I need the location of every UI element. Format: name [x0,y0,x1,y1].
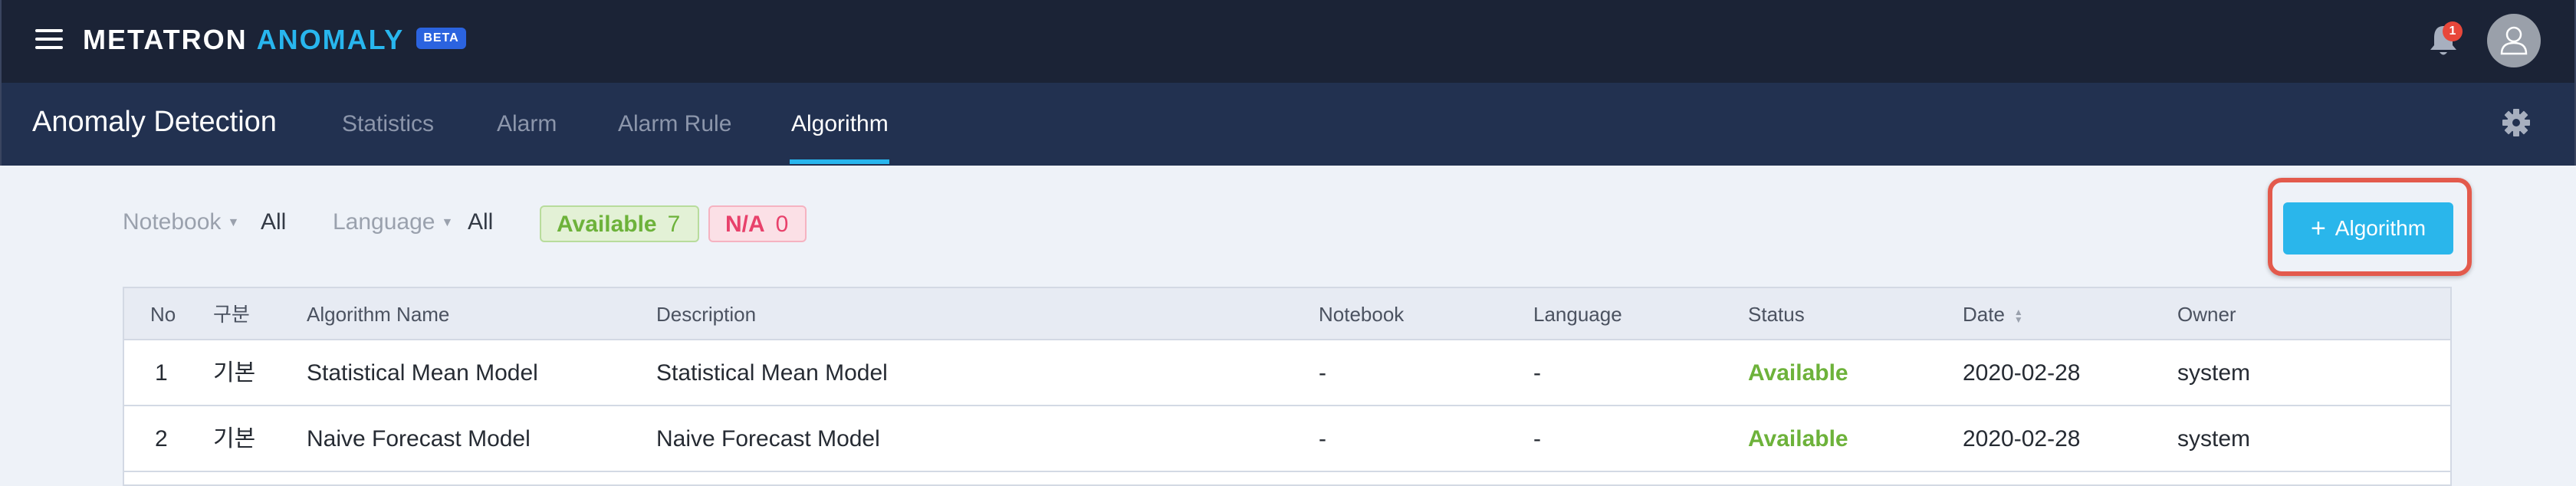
notebook-filter-dropdown[interactable]: Notebook ▼ [123,207,239,238]
chevron-down-icon: ▼ [441,216,454,230]
notification-badge: 1 [2443,21,2463,41]
language-filter-value[interactable]: All [468,207,493,238]
column-header-algorithm-name: Algorithm Name [307,303,450,326]
add-algorithm-label: Algorithm [2334,216,2426,240]
column-header-type: 구분 [213,303,250,326]
brand-logo: METATRON ANOMALY BETA [83,21,466,58]
column-header-owner: Owner [2177,303,2236,326]
cell-date: 2020-02-28 [1963,360,2081,386]
available-label: Available [557,212,657,237]
cell-notebook: - [1319,426,1326,452]
column-header-language: Language [1533,303,1622,326]
brand-secondary: ANOMALY [256,24,405,55]
sub-navigation: Anomaly Detection Statistics Alarm Alarm… [0,83,2576,166]
cell-notebook: - [1319,360,1326,386]
cell-date: 2020-02-28 [1963,426,2081,452]
beta-badge: BETA [416,28,466,50]
cell-status: Available [1748,360,1848,386]
cell-owner: system [2177,360,2251,386]
na-label: N/A [725,212,765,237]
brand-primary: METATRON [83,24,248,55]
language-filter-dropdown[interactable]: Language ▼ [333,207,453,238]
cell-description: Naive Forecast Model [656,426,880,452]
column-header-no: No [150,303,176,326]
language-filter-label: Language [333,209,435,235]
add-algorithm-button[interactable]: + Algorithm [2283,202,2453,254]
top-bar: METATRON ANOMALY BETA [0,0,2576,83]
column-header-date-label: Date [1963,303,2005,326]
cell-no: 1 [155,360,168,386]
cell-description: Statistical Mean Model [656,360,888,386]
tab-statistics[interactable]: Statistics [342,107,434,141]
tab-alarm-rule[interactable]: Alarm Rule [618,107,731,141]
cell-type: 기본 [213,426,256,452]
tab-algorithm[interactable]: Algorithm [791,107,889,141]
chevron-down-icon: ▼ [227,216,240,230]
notebook-filter-label: Notebook [123,209,222,235]
cell-no: 2 [155,426,168,452]
plus-icon: + [2310,214,2326,243]
cell-algorithm-name: Statistical Mean Model [307,360,538,386]
cell-algorithm-name: Naive Forecast Model [307,426,531,452]
cell-status: Available [1748,426,1848,452]
table-header: No 구분 Algorithm Name Description Noteboo… [124,288,2450,340]
column-header-description: Description [656,303,757,326]
column-header-notebook: Notebook [1319,303,1405,326]
user-icon [2500,26,2528,55]
available-count: 7 [667,212,681,237]
sort-icon: ▲ ▼ [2013,307,2023,326]
cell-language: - [1533,426,1541,452]
page-title: Anomaly Detection [32,106,277,138]
cell-type: 기본 [213,360,256,386]
table-row[interactable]: 2 기본 Naive Forecast Model Naive Forecast… [124,406,2450,472]
na-count: 0 [775,212,789,237]
na-filter-badge[interactable]: N/A 0 [708,205,807,242]
menu-icon[interactable] [35,29,63,52]
avatar[interactable] [2487,14,2541,67]
cell-language: - [1533,360,1541,386]
table-row[interactable]: 1 기본 Statistical Mean Model Statistical … [124,340,2450,406]
available-filter-badge[interactable]: Available 7 [540,205,699,242]
gear-icon[interactable] [2501,107,2532,138]
active-tab-indicator [790,159,889,164]
column-header-status: Status [1748,303,1805,326]
column-header-date[interactable]: Date ▲ ▼ [1963,302,2023,327]
notebook-filter-value[interactable]: All [261,207,286,238]
tab-alarm[interactable]: Alarm [497,107,557,141]
cell-owner: system [2177,426,2251,452]
algorithm-table: No 구분 Algorithm Name Description Noteboo… [123,287,2452,486]
